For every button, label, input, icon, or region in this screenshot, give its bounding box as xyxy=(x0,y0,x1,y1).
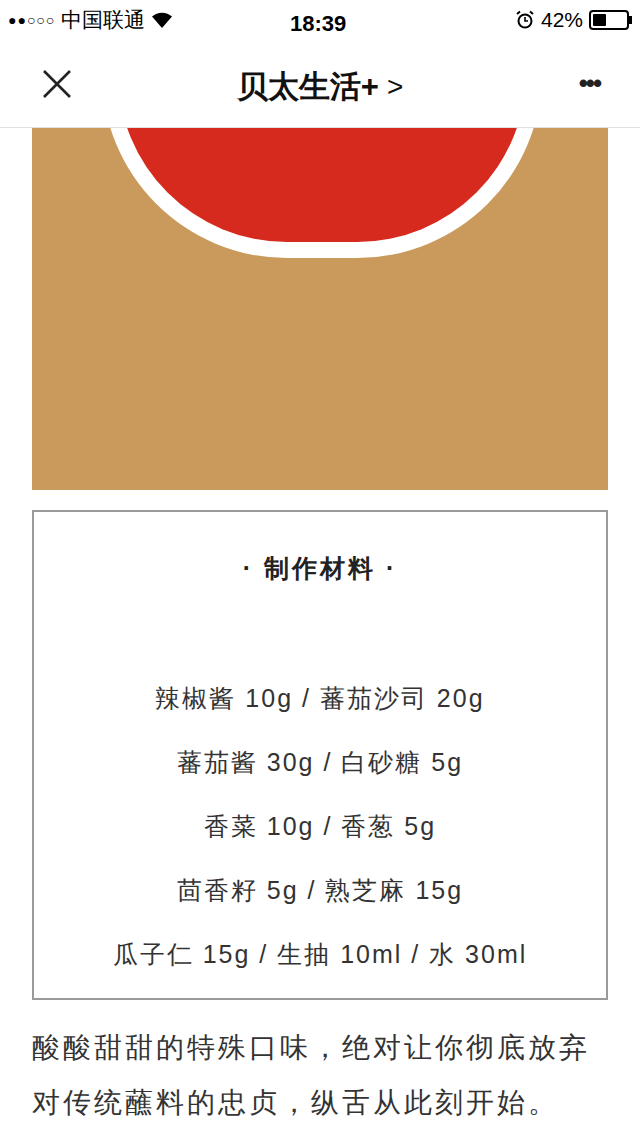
nav-title[interactable]: 贝太生活+> xyxy=(0,64,640,111)
status-bar: ●●○○○ 中国联通 18:39 42% xyxy=(0,0,640,40)
carrier: 中国联通 xyxy=(61,4,145,36)
ingredient-row: 茴香籽 5g / 熟芝麻 15g xyxy=(177,859,463,923)
ingredients-list: 辣椒酱 10g / 蕃茄沙司 20g蕃茄酱 30g / 白砂糖 5g香菜 10g… xyxy=(113,667,528,987)
wifi-icon xyxy=(151,11,173,29)
status-left: ●●○○○ 中国联通 xyxy=(8,4,173,36)
battery-fill xyxy=(593,14,606,26)
chevron[interactable]: > xyxy=(387,66,403,108)
description: 酸酸甜甜的特殊口味，绝对让你彻底放弃对传统蘸料的忠贞，纵舌从此刻开始。 xyxy=(32,1020,608,1130)
ingredient-row: 瓜子仁 15g / 生抽 10ml / 水 30ml xyxy=(113,923,528,987)
battery-icon xyxy=(589,10,632,30)
clock: 18:39 xyxy=(290,7,346,40)
battery-tip xyxy=(629,16,632,24)
battery-track xyxy=(589,10,629,30)
ingredients-title: · 制作材料 · xyxy=(243,550,398,588)
ingredient-row: 辣椒酱 10g / 蕃茄沙司 20g xyxy=(155,667,484,731)
ingredients-box: · 制作材料 · 辣椒酱 10g / 蕃茄沙司 20g蕃茄酱 30g / 白砂糖 … xyxy=(32,510,608,1000)
ingredient-row: 香菜 10g / 香葱 5g xyxy=(204,795,436,859)
sauce xyxy=(118,128,526,242)
signal-strength: ●●○○○ xyxy=(8,10,55,31)
battery-percent: 42% xyxy=(541,4,583,36)
food-photo xyxy=(32,128,608,490)
status-right: 42% xyxy=(515,4,632,36)
ingredient-row: 蕃茄酱 30g / 白砂糖 5g xyxy=(177,731,463,795)
alarm-icon xyxy=(515,10,535,30)
account-name[interactable]: 贝太生活+ xyxy=(237,64,379,111)
sauce-bowl xyxy=(102,128,542,258)
close-icon[interactable] xyxy=(40,67,74,101)
more-button[interactable]: ••• xyxy=(579,64,600,103)
nav-bar: 贝太生活+>••• xyxy=(0,40,640,128)
